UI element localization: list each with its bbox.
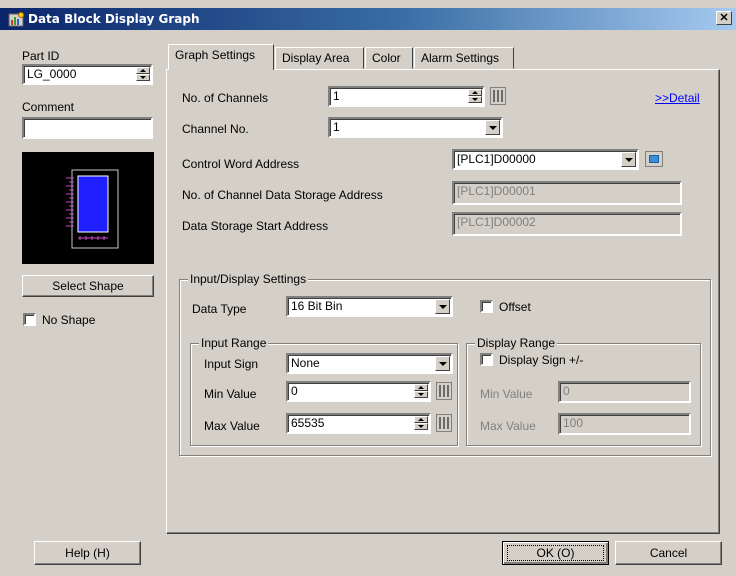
part-id-value: LG_0000 [27, 67, 77, 81]
chevron-down-icon[interactable] [485, 120, 500, 135]
display-range-label: Display Range [475, 336, 558, 350]
spin-up-icon[interactable] [136, 67, 150, 74]
chevron-down-icon[interactable] [621, 152, 636, 167]
cancel-button[interactable]: Cancel [615, 541, 722, 565]
display-max-label: Max Value [480, 419, 536, 433]
data-storage-start-value: [PLC1]D00002 [457, 215, 536, 229]
part-id-label: Part ID [22, 49, 60, 63]
input-max-spinner[interactable] [414, 416, 428, 431]
channels-label: No. of Channels [182, 91, 269, 105]
offset-label: Offset [499, 300, 531, 314]
data-storage-count-value: [PLC1]D00001 [457, 184, 536, 198]
spin-up-icon[interactable] [414, 416, 428, 423]
channel-no-label: Channel No. [182, 122, 249, 136]
channel-no-select[interactable]: 1 [328, 117, 503, 138]
channels-value: 1 [333, 89, 340, 103]
tab-color[interactable]: Color [365, 47, 413, 69]
graph-app-icon [8, 12, 24, 27]
control-word-value: [PLC1]D00000 [457, 152, 536, 166]
offset-checkbox[interactable] [480, 300, 493, 313]
input-min-label: Min Value [204, 387, 257, 401]
no-shape-checkbox[interactable] [23, 313, 36, 326]
keypad-icon[interactable] [436, 382, 452, 400]
data-type-label: Data Type [192, 302, 247, 316]
display-min-field: 0 [558, 381, 691, 403]
tab-graph-settings[interactable]: Graph Settings [168, 44, 274, 70]
spin-up-icon[interactable] [414, 384, 428, 391]
input-range-label: Input Range [199, 336, 269, 350]
no-shape-label: No Shape [42, 313, 96, 327]
display-max-field: 100 [558, 413, 691, 435]
input-min-value: 0 [291, 384, 298, 398]
data-storage-count-field: [PLC1]D00001 [452, 181, 682, 205]
control-word-select[interactable]: [PLC1]D00000 [452, 149, 639, 170]
input-display-group-label: Input/Display Settings [188, 272, 309, 286]
select-shape-button[interactable]: Select Shape [22, 275, 154, 297]
tab-alarm-settings[interactable]: Alarm Settings [414, 47, 514, 69]
input-min-spinner[interactable] [414, 384, 428, 399]
input-max-value: 65535 [291, 416, 325, 430]
input-min-field[interactable]: 0 [286, 381, 431, 402]
dialog-window: Data Block Display Graph ✕ Part ID LG_00… [0, 0, 736, 576]
display-min-label: Min Value [480, 387, 533, 401]
input-sign-value: None [291, 356, 320, 370]
ok-button[interactable]: OK (O) [502, 541, 609, 565]
chevron-down-icon[interactable] [435, 356, 450, 371]
chevron-down-icon[interactable] [435, 299, 450, 314]
spin-down-icon[interactable] [414, 423, 428, 430]
spin-down-icon[interactable] [468, 96, 482, 103]
data-storage-start-label: Data Storage Start Address [182, 219, 329, 233]
part-id-field[interactable]: LG_0000 [22, 64, 153, 85]
data-storage-count-label: No. of Channel Data Storage Address [182, 188, 383, 202]
spin-down-icon[interactable] [414, 391, 428, 398]
tab-display-area[interactable]: Display Area [275, 47, 364, 69]
data-storage-start-field: [PLC1]D00002 [452, 212, 682, 236]
display-max-value: 100 [563, 416, 584, 430]
title-bar: Data Block Display Graph ✕ [0, 8, 736, 30]
input-sign-label: Input Sign [204, 357, 259, 371]
control-word-label: Control Word Address [182, 157, 300, 171]
channels-field[interactable]: 1 [328, 86, 485, 107]
address-input-icon[interactable] [645, 151, 663, 167]
spin-up-icon[interactable] [468, 89, 482, 96]
window-title: Data Block Display Graph [28, 12, 200, 26]
focus-ring [507, 545, 604, 561]
data-type-value: 16 Bit Bin [291, 299, 343, 313]
part-id-spinner[interactable] [136, 67, 150, 82]
spin-down-icon[interactable] [136, 74, 150, 81]
comment-input[interactable] [22, 117, 153, 139]
input-max-field[interactable]: 65535 [286, 413, 431, 434]
input-sign-select[interactable]: None [286, 353, 453, 374]
help-button[interactable]: Help (H) [34, 541, 141, 565]
data-type-select[interactable]: 16 Bit Bin [286, 296, 453, 317]
comment-label: Comment [22, 100, 75, 114]
bar-graph-shape-icon [66, 169, 119, 249]
input-max-label: Max Value [204, 419, 260, 433]
display-sign-checkbox[interactable] [480, 353, 493, 366]
keypad-icon[interactable] [436, 414, 452, 432]
shape-preview [22, 152, 154, 264]
close-icon: ✕ [719, 12, 729, 24]
keypad-icon[interactable] [490, 87, 506, 105]
detail-link[interactable]: >>Detail [655, 90, 700, 106]
close-button[interactable]: ✕ [716, 11, 732, 25]
display-sign-label: Display Sign +/- [499, 353, 584, 367]
channels-spinner[interactable] [468, 89, 482, 104]
channel-no-value: 1 [333, 120, 340, 134]
display-min-value: 0 [563, 384, 570, 398]
